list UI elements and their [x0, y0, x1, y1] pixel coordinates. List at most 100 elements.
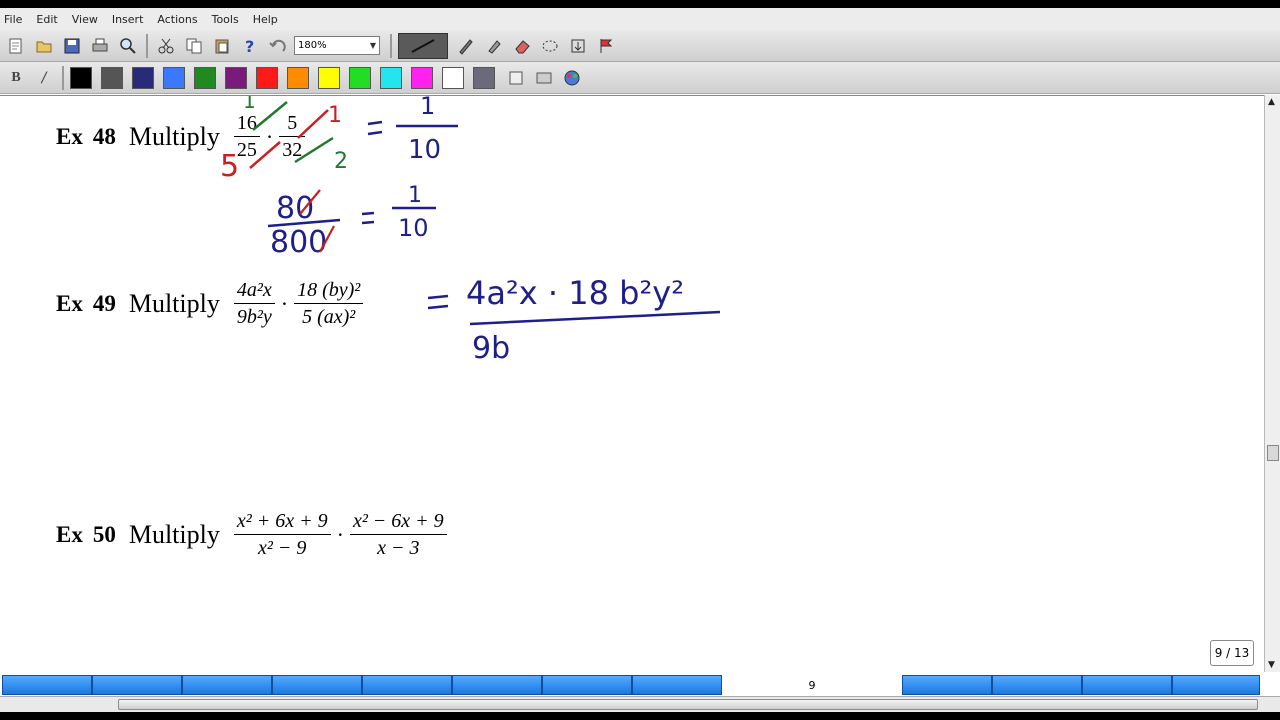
page-tab-current[interactable]: 9 — [722, 675, 902, 695]
fraction-denominator: 25 — [236, 139, 257, 161]
scroll-thumb[interactable] — [1267, 445, 1279, 461]
italic-icon[interactable]: / — [32, 66, 56, 90]
copy-icon[interactable] — [182, 34, 206, 58]
open-icon[interactable] — [32, 34, 56, 58]
scroll-up-icon[interactable]: ▲ — [1268, 97, 1275, 107]
ink-annotation: 2 — [334, 149, 348, 174]
page-tab[interactable] — [1082, 675, 1172, 695]
color-swatch-red[interactable] — [256, 66, 278, 89]
page-tab[interactable] — [452, 675, 542, 695]
fraction-denominator: 5 (ax)² — [302, 306, 356, 328]
print-icon[interactable] — [88, 34, 112, 58]
ink-result-denominator: 10 — [408, 135, 441, 165]
color-swatch-black[interactable] — [70, 66, 92, 89]
fraction-denominator: x² − 9 — [258, 537, 307, 559]
zoom-select[interactable]: 180% ▼ — [294, 36, 380, 55]
fraction-denominator: 32 — [282, 139, 303, 161]
example-verb: Multiply — [128, 288, 220, 318]
fraction: 16 25 — [233, 110, 260, 163]
color-swatch-green[interactable] — [194, 66, 216, 89]
ink-fraction-bar — [267, 218, 341, 228]
highlighter-icon[interactable] — [482, 34, 506, 58]
color-swatch-gray[interactable] — [101, 66, 123, 89]
multiply-dot: · — [265, 123, 274, 149]
paste-icon[interactable] — [210, 34, 234, 58]
bottom-border — [0, 712, 1280, 720]
page-tab[interactable] — [182, 675, 272, 695]
page-layout-icon[interactable] — [532, 66, 556, 90]
color-swatch-slate[interactable] — [473, 66, 495, 89]
color-swatch-magenta[interactable] — [411, 66, 433, 89]
color-picker-icon[interactable] — [560, 66, 584, 90]
ink-fraction-bar — [469, 310, 721, 326]
journal-page[interactable]: Ex 48 Multiply 16 25 · 5 32 Ex 49 Multip… — [0, 95, 1264, 672]
ink-line2-denominator: 800 — [270, 225, 327, 260]
fraction-numerator: x² − 6x + 9 — [352, 510, 444, 532]
page-tab[interactable] — [362, 675, 452, 695]
menu-help[interactable]: Help — [253, 13, 278, 26]
menu-actions[interactable]: Actions — [157, 13, 197, 26]
fraction-numerator: 4a²x — [236, 279, 272, 301]
page-tab[interactable] — [92, 675, 182, 695]
page-counter: 9 / 13 — [1210, 640, 1254, 666]
standard-toolbar: ? 180% ▼ — [0, 30, 1280, 62]
help-icon[interactable]: ? — [238, 34, 262, 58]
color-swatch-orange[interactable] — [287, 66, 309, 89]
fraction: 18 (by)² 5 (ax)² — [294, 277, 364, 330]
selection-tool-icon[interactable] — [538, 34, 562, 58]
horizontal-scrollbar[interactable] — [0, 696, 1280, 712]
ink-ex49-numerator: 4a²x · 18 b²y² — [466, 274, 684, 312]
menu-tools[interactable]: Tools — [212, 13, 239, 26]
multiply-dot: · — [336, 521, 344, 547]
ink-line2-result-denominator: 10 — [398, 214, 429, 242]
page-tab[interactable] — [2, 675, 92, 695]
color-swatch-blue[interactable] — [163, 66, 185, 89]
page-tab[interactable] — [902, 675, 992, 695]
page-tab[interactable] — [632, 675, 722, 695]
color-swatch-navy[interactable] — [132, 66, 154, 89]
toolbar-separator — [146, 33, 148, 58]
ink-strike — [299, 189, 321, 215]
cut-icon[interactable] — [154, 34, 178, 58]
pen-style-button[interactable] — [398, 32, 448, 59]
ink-equals — [361, 211, 375, 225]
color-swatch-cyan[interactable] — [380, 66, 402, 89]
menu-insert[interactable]: Insert — [112, 13, 144, 26]
pen-icon[interactable] — [454, 34, 478, 58]
scroll-thumb[interactable] — [118, 699, 1258, 710]
color-swatch-yellow[interactable] — [318, 66, 340, 89]
page-tab[interactable] — [1172, 675, 1260, 695]
vertical-scrollbar[interactable]: ▲ ▼ — [1264, 95, 1280, 672]
zoom-icon[interactable] — [116, 34, 140, 58]
example-label: Ex — [56, 123, 83, 149]
eraser-icon[interactable] — [510, 34, 534, 58]
menu-file[interactable]: File — [4, 13, 22, 26]
format-pen-icon[interactable] — [504, 66, 528, 90]
menu-view[interactable]: View — [72, 13, 98, 26]
example-number: 49 — [92, 290, 116, 316]
flag-icon[interactable] — [594, 34, 618, 58]
fraction: 4a²x 9b²y — [233, 277, 275, 330]
fraction: x² − 6x + 9 x − 3 — [349, 508, 447, 561]
insert-space-icon[interactable] — [566, 34, 590, 58]
color-swatch-white[interactable] — [442, 66, 464, 89]
fraction-numerator: x² + 6x + 9 — [236, 510, 328, 532]
chevron-down-icon: ▼ — [369, 41, 376, 50]
ink-equals — [427, 294, 449, 310]
save-icon[interactable] — [60, 34, 84, 58]
example-verb: Multiply — [128, 121, 220, 151]
page-tab[interactable] — [542, 675, 632, 695]
bold-icon[interactable]: B — [4, 66, 28, 90]
example-number: 48 — [92, 123, 116, 149]
page-tab[interactable] — [992, 675, 1082, 695]
scroll-down-icon[interactable]: ▼ — [1268, 660, 1275, 670]
color-swatch-purple[interactable] — [225, 66, 247, 89]
new-page-icon[interactable] — [4, 34, 28, 58]
page-tab[interactable] — [272, 675, 362, 695]
color-swatch-lime[interactable] — [349, 66, 371, 89]
svg-text:?: ? — [245, 37, 254, 55]
undo-icon[interactable] — [266, 34, 290, 58]
example-48: Ex 48 Multiply 16 25 · 5 32 — [56, 110, 306, 163]
menu-edit[interactable]: Edit — [36, 13, 57, 26]
ink-equals — [367, 120, 383, 136]
